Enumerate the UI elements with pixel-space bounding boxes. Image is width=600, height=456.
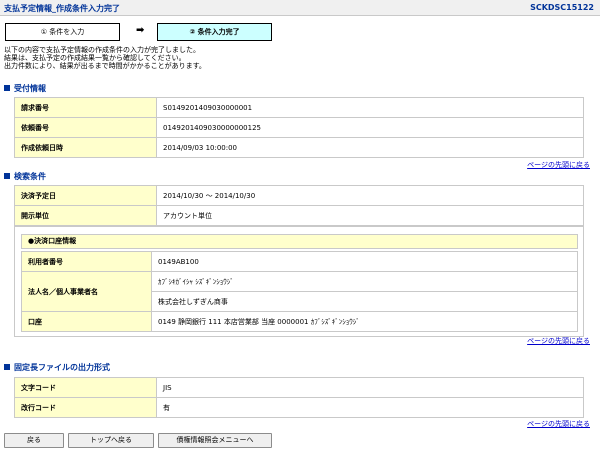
- reception-table: 請求番号 S0149201409030000001 依頼番号 014920140…: [14, 97, 584, 158]
- row-label: 開示単位: [14, 205, 157, 226]
- receivables-menu-button[interactable]: 債権情報照会メニューへ: [158, 433, 272, 448]
- request-number: S0149201409030000001: [156, 97, 584, 118]
- application-number: 0149201409030000000125: [156, 117, 584, 138]
- row-label: 利用者番号: [21, 251, 152, 272]
- row-label: 作成依頼日時: [14, 137, 157, 158]
- company-name: 株式会社しずぎん商事: [151, 291, 578, 312]
- table-row: 法人名／個人事業者名 ｶﾌﾞｼｷｶﾞｲｼｬ ｼｽﾞｷﾞﾝｼｮｳｼﾞ: [21, 271, 578, 312]
- section-reception-heading: 受付情報: [4, 84, 46, 94]
- step-enter-conditions: ① 条件を入力: [5, 23, 120, 41]
- character-code: JIS: [156, 377, 584, 398]
- square-bullet-icon: [4, 85, 10, 91]
- file-format-table: 文字コード JIS 改行コード 有: [14, 377, 584, 418]
- intro-line: 以下の内容で支払予定情報の作成条件の入力が完了しました。: [4, 46, 200, 54]
- section-title: 受付情報: [14, 84, 46, 93]
- row-label: 法人名／個人事業者名: [21, 271, 152, 312]
- intro-line: 出力件数により、結果が出るまで時間がかかることがあります。: [4, 62, 206, 70]
- newline-code: 有: [156, 397, 584, 418]
- pagetop-link[interactable]: ページの先頭に戻る: [527, 419, 590, 429]
- search-table: 決済予定日 2014/10/30 ～ 2014/10/30 開示単位 アカウント…: [14, 185, 584, 226]
- intro-message: 以下の内容で支払予定情報の作成条件の入力が完了しました。 結果は、支払予定の作成…: [4, 46, 564, 70]
- row-label: 請求番号: [14, 97, 157, 118]
- step-conditions-complete: ② 条件入力完了: [157, 23, 272, 41]
- request-datetime: 2014/09/03 10:00:00: [156, 137, 584, 158]
- settlement-account-heading: ●決済口座情報: [21, 234, 578, 249]
- arrow-right-icon: ➡: [136, 25, 145, 36]
- table-row: 開示単位 アカウント単位: [14, 205, 584, 226]
- row-label: 口座: [21, 311, 152, 332]
- table-row: 決済予定日 2014/10/30 ～ 2014/10/30: [14, 185, 584, 206]
- settlement-account-table: 利用者番号 0149AB100 法人名／個人事業者名 ｶﾌﾞｼｷｶﾞｲｼｬ ｼｽ…: [21, 251, 578, 332]
- square-bullet-icon: [4, 173, 10, 179]
- row-label: 決済予定日: [14, 185, 157, 206]
- page-title: 支払予定情報_作成条件入力完了: [4, 4, 120, 13]
- table-row: 依頼番号 0149201409030000000125: [14, 117, 584, 138]
- intro-line: 結果は、支払予定の作成結果一覧から確認してください。: [4, 54, 186, 62]
- settlement-account-box: ●決済口座情報 利用者番号 0149AB100 法人名／個人事業者名 ｶﾌﾞｼｷ…: [14, 226, 584, 337]
- title-bar: 支払予定情報_作成条件入力完了 SCKDSC15122: [0, 0, 600, 16]
- section-title: 固定長ファイルの出力形式: [14, 363, 110, 372]
- company-name-kana: ｶﾌﾞｼｷｶﾞｲｼｬ ｼｽﾞｷﾞﾝｼｮｳｼﾞ: [151, 271, 578, 292]
- row-label: 文字コード: [14, 377, 157, 398]
- pagetop-link[interactable]: ページの先頭に戻る: [527, 336, 590, 346]
- table-row: 文字コード JIS: [14, 377, 584, 398]
- table-row: 改行コード 有: [14, 397, 584, 418]
- square-bullet-icon: [4, 364, 10, 370]
- pagetop-link[interactable]: ページの先頭に戻る: [527, 160, 590, 170]
- disclosure-unit: アカウント単位: [156, 205, 584, 226]
- table-row: 利用者番号 0149AB100: [21, 251, 578, 272]
- table-row: 作成依頼日時 2014/09/03 10:00:00: [14, 137, 584, 158]
- user-number: 0149AB100: [151, 251, 578, 272]
- table-row: 請求番号 S0149201409030000001: [14, 97, 584, 118]
- table-row: 口座 0149 静岡銀行 111 本店営業部 当座 0000001 ｶﾌﾞｼｽﾞ…: [21, 311, 578, 332]
- row-label: 依頼番号: [14, 117, 157, 138]
- back-to-top-button[interactable]: トップへ戻る: [68, 433, 154, 448]
- back-button[interactable]: 戻る: [4, 433, 64, 448]
- row-label: 改行コード: [14, 397, 157, 418]
- step-indicator: ① 条件を入力 ➡ ② 条件入力完了: [5, 23, 275, 41]
- account-detail: 0149 静岡銀行 111 本店営業部 当座 0000001 ｶﾌﾞｼｽﾞｷﾞﾝ…: [151, 311, 578, 332]
- section-file-format-heading: 固定長ファイルの出力形式: [4, 363, 110, 373]
- settlement-date-range: 2014/10/30 ～ 2014/10/30: [156, 185, 584, 206]
- section-search-heading: 検索条件: [4, 172, 46, 182]
- screen-id: SCKDSC15122: [530, 3, 594, 12]
- section-title: 検索条件: [14, 172, 46, 181]
